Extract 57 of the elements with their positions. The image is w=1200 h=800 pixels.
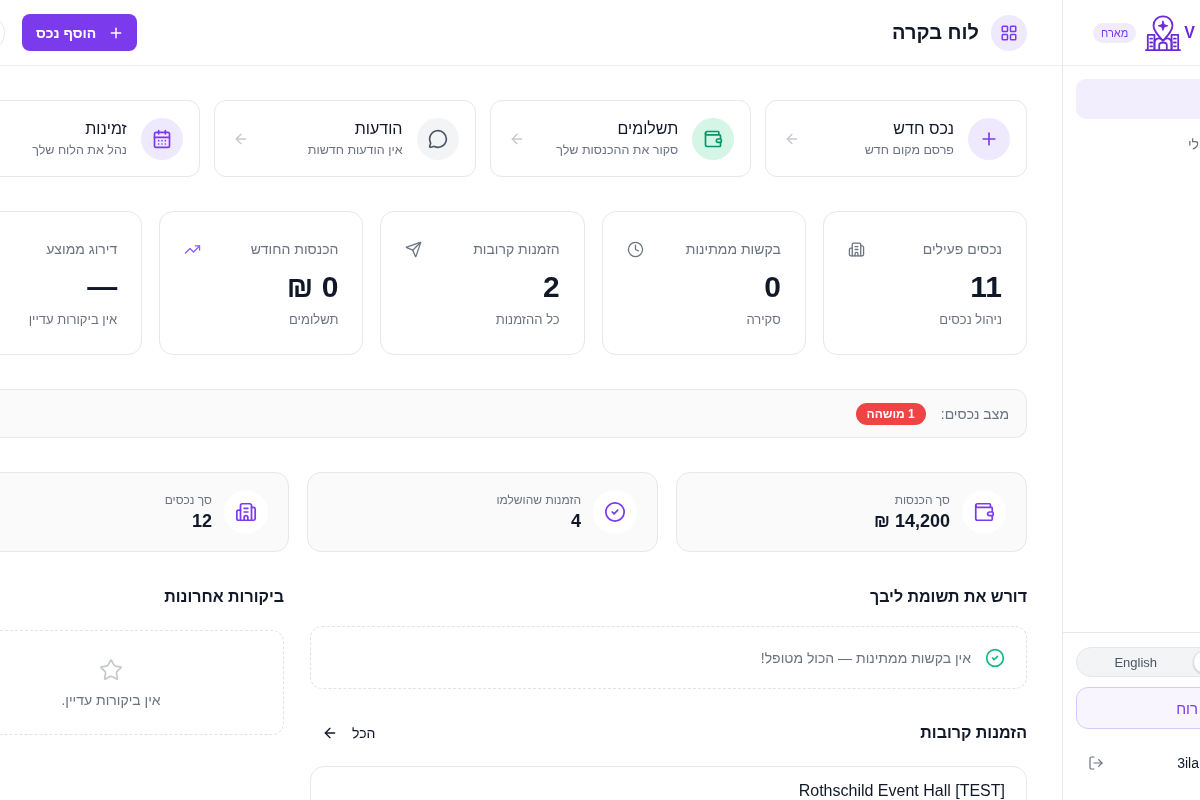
booking-card[interactable]: Rothschild Event Hall [TEST] bbox=[310, 766, 1027, 800]
wallet-icon bbox=[692, 117, 735, 160]
check-circle-icon bbox=[593, 490, 637, 534]
summary-label: סך הכנסות bbox=[894, 492, 950, 507]
clock-icon bbox=[626, 240, 644, 258]
brand-name: V bbox=[1184, 22, 1195, 43]
stat-caption: אין ביקורות עדיין bbox=[28, 312, 118, 328]
outline-button[interactable]: רוח bbox=[1076, 687, 1200, 729]
user-name: 3ila bbox=[1177, 755, 1199, 771]
summary-label: הזמנות שהושלמו bbox=[496, 492, 581, 507]
summary-label: סך נכסים bbox=[164, 492, 212, 507]
stat-value: 2 bbox=[542, 269, 560, 305]
quick-action-card[interactable]: זמינות נהל את הלוח שלך bbox=[0, 100, 200, 177]
quick-action-card[interactable]: הודעות אין הודעות חדשות bbox=[213, 100, 476, 177]
summary-value: 12 bbox=[191, 510, 212, 532]
status-label: מצב נכסים: bbox=[940, 405, 1009, 422]
page-title: לוח בקרה bbox=[892, 21, 979, 44]
stat-label: נכסים פעילים bbox=[922, 240, 1002, 258]
venue-name: Rothschild Event Hall [TEST] bbox=[798, 782, 1005, 800]
logout-icon[interactable] bbox=[1088, 755, 1104, 771]
star-icon bbox=[99, 657, 123, 682]
plus-icon bbox=[968, 117, 1010, 160]
role-badge: מארח bbox=[1093, 22, 1137, 43]
paper-plane-icon bbox=[405, 240, 423, 258]
nav-item[interactable]: לי bbox=[1076, 124, 1200, 164]
section-title: ביקורות אחרונות bbox=[164, 587, 284, 607]
add-property-button[interactable]: הוסף נכס bbox=[22, 14, 138, 51]
building-icon bbox=[847, 240, 865, 258]
stat-value: 0 ₪ bbox=[286, 269, 339, 305]
section-title: דורש את תשומת ליבך bbox=[869, 587, 1027, 607]
stat-label: הכנסות החודש bbox=[250, 240, 339, 258]
check-circle-icon bbox=[985, 647, 1005, 668]
stat-caption: תשלומים bbox=[289, 312, 339, 328]
stat-caption: סקירה bbox=[746, 312, 781, 328]
section-title: הזמנות קרובות bbox=[920, 723, 1027, 743]
quick-action-card[interactable]: תשלומים סקור את ההכנסות שלך bbox=[489, 100, 752, 177]
grid-icon bbox=[991, 14, 1027, 51]
stat-caption: כל ההזמנות bbox=[495, 312, 560, 328]
summary-value: 4 bbox=[571, 510, 581, 532]
stat-caption: ניהול נכסים bbox=[939, 312, 1002, 328]
arrow-left-icon bbox=[322, 725, 338, 741]
stat-value: 0 bbox=[764, 269, 781, 305]
stat-label: הזמנות קרובות bbox=[473, 240, 560, 258]
status-badge: 1 מושהה bbox=[855, 402, 926, 425]
view-all-link[interactable]: הכל bbox=[310, 723, 388, 743]
empty-message: אין ביקורות עדיין. bbox=[61, 691, 161, 708]
stat-label: בקשות ממתינות bbox=[685, 240, 781, 258]
logo-icon bbox=[1144, 13, 1183, 52]
stat-value: — bbox=[87, 269, 118, 305]
empty-message: אין בקשות ממתינות — הכול מטופל! bbox=[760, 649, 971, 666]
stat-label: דירוג ממוצע bbox=[46, 240, 118, 258]
stat-value: 11 bbox=[970, 269, 1002, 305]
quick-action-card[interactable]: נכס חדש פרסם מקום חדש bbox=[765, 100, 1027, 177]
language-option[interactable]: English bbox=[1079, 650, 1193, 674]
wallet-icon bbox=[962, 490, 1006, 534]
building-icon bbox=[224, 490, 268, 534]
summary-value: 14,200 ₪ bbox=[874, 510, 950, 532]
